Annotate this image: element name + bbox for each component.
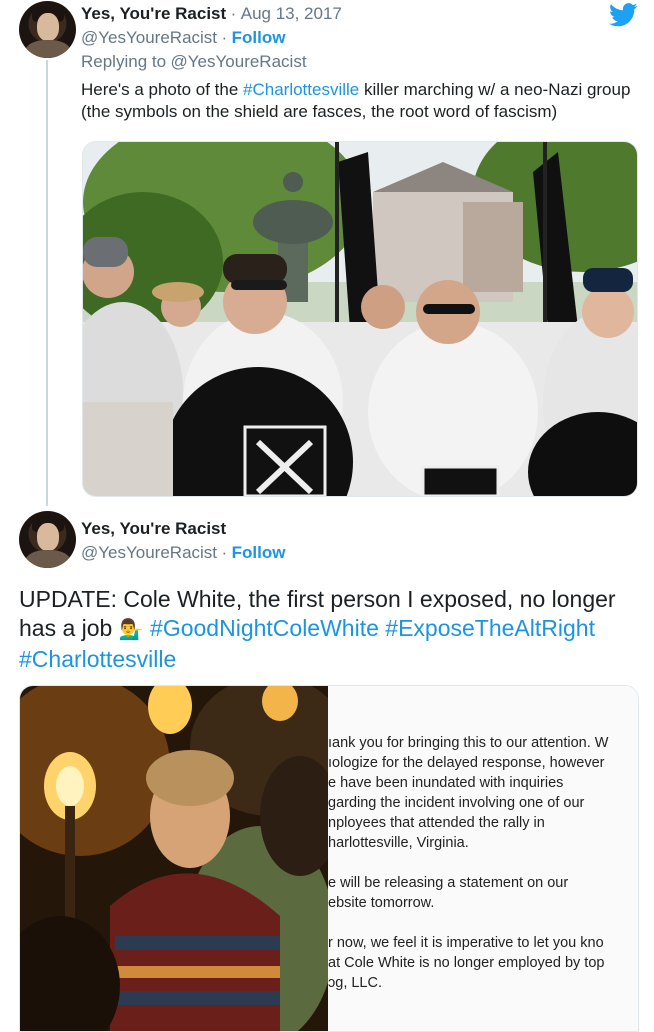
avatar-face: [37, 13, 59, 41]
tweet1-text-before: Here's a photo of the: [81, 80, 244, 99]
document-line: at Cole White is no longer employed by t…: [328, 955, 605, 971]
document-line: ɔg, LLC.: [328, 975, 382, 991]
document-line: harlottesville, Virginia.: [328, 835, 469, 851]
avatar-body: [25, 40, 71, 58]
document-line: e will be releasing a statement on our: [328, 875, 569, 891]
author-name[interactable]: Yes, You're Racist: [81, 519, 226, 538]
reply-prefix: Replying to: [81, 52, 167, 71]
twitter-bird-icon[interactable]: [608, 3, 638, 27]
avatar-body: [25, 550, 71, 568]
author-handle[interactable]: @YesYoureRacist: [81, 28, 217, 47]
tweet2-text-line2-row: has a job 💁‍♂️ #GoodNightColeWhite #Expo…: [19, 614, 649, 645]
document-line: garding the incident involving one of ou…: [328, 795, 585, 811]
tweet1-header-line1: Yes, You're Racist · Aug 13, 2017: [81, 4, 342, 24]
document-line: ıank you for bringing this to our attent…: [328, 735, 609, 751]
tweet2-header-line2: @YesYoureRacist · Follow: [81, 543, 285, 563]
reply-to-handle[interactable]: @YesYoureRacist: [171, 52, 307, 71]
tweet2-header-line1: Yes, You're Racist: [81, 519, 226, 539]
avatar-face: [37, 523, 59, 551]
avatar[interactable]: [19, 1, 76, 58]
thread-line: [46, 60, 48, 506]
tweet1-text: Here's a photo of the #Charlottesville k…: [81, 79, 646, 123]
handle-separator: ·: [221, 543, 228, 562]
date-separator: ·: [230, 4, 237, 23]
hashtag-link[interactable]: #ExposeTheAltRight: [385, 615, 595, 641]
torch-photo[interactable]: [20, 686, 350, 1031]
tweet2-text-line1: UPDATE: Cole White, the first person I e…: [19, 586, 616, 612]
rally-photo-illustration: [83, 142, 637, 496]
document-line: ebsite tomorrow.: [328, 895, 435, 911]
tweet2-text-line3-row: #Charlottesville: [19, 645, 649, 674]
hashtag-link[interactable]: #Charlottesville: [243, 80, 359, 99]
hashtag-link[interactable]: #Charlottesville: [19, 646, 176, 672]
tweet1-photo[interactable]: [82, 141, 638, 497]
email-screenshot[interactable]: ıank you for bringing this to our attent…: [328, 686, 638, 1031]
emoji-person-tipping-hand: 💁‍♂️: [118, 619, 144, 641]
follow-button[interactable]: Follow: [232, 543, 286, 562]
handle-separator: ·: [221, 28, 228, 47]
tweet2-media[interactable]: ıank you for bringing this to our attent…: [19, 685, 639, 1032]
reply-context: Replying to @YesYoureRacist: [81, 52, 307, 72]
tweet2-text-line2: has a job: [19, 615, 113, 641]
follow-button[interactable]: Follow: [232, 28, 286, 47]
author-handle[interactable]: @YesYoureRacist: [81, 543, 217, 562]
hashtag-link[interactable]: #GoodNightColeWhite: [150, 615, 379, 641]
document-line: ıologize for the delayed response, howev…: [328, 755, 605, 771]
document-line: r now, we feel it is imperative to let y…: [328, 935, 604, 951]
avatar[interactable]: [19, 511, 76, 568]
author-name[interactable]: Yes, You're Racist: [81, 4, 226, 23]
document-line: e have been inundated with inquiries: [328, 775, 564, 791]
document-line: nployees that attended the rally in: [328, 815, 545, 831]
torch-photo-illustration: [20, 686, 350, 1031]
tweet1-header-line2: @YesYoureRacist · Follow: [81, 28, 285, 48]
tweet-date[interactable]: Aug 13, 2017: [241, 4, 342, 23]
tweet2-text: UPDATE: Cole White, the first person I e…: [19, 585, 649, 674]
document-text: ıank you for bringing this to our attent…: [328, 733, 608, 993]
